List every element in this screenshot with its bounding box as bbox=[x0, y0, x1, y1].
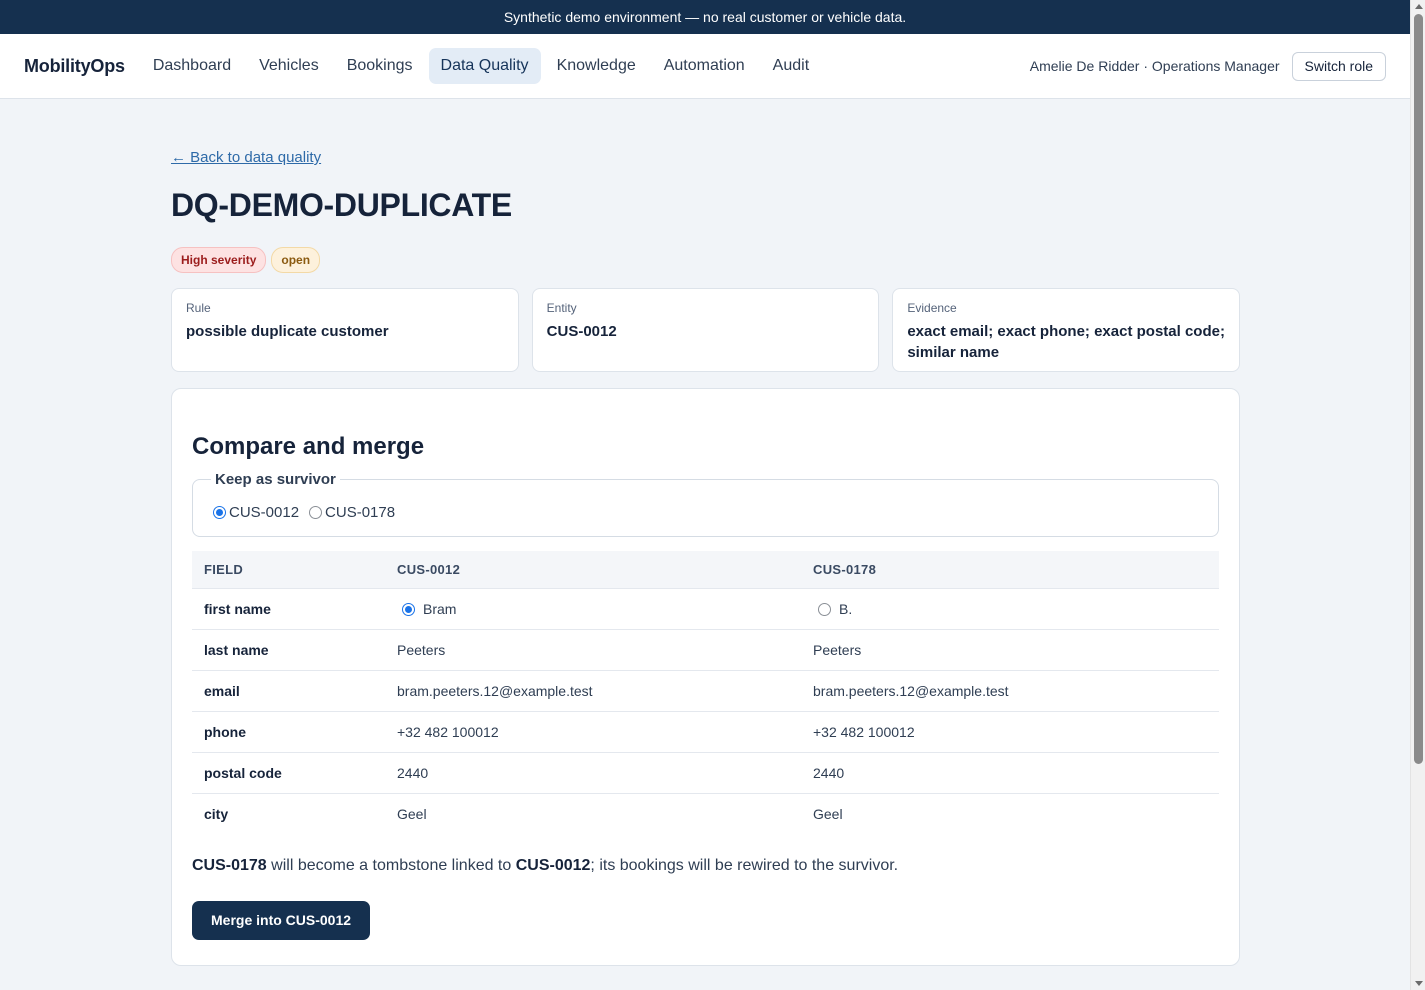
nav-data-quality[interactable]: Data Quality bbox=[428, 48, 541, 84]
entity-value: CUS-0012 bbox=[546, 323, 617, 340]
value-b: 2440 bbox=[801, 752, 1219, 794]
switch-role-button[interactable]: Switch role bbox=[1291, 51, 1386, 81]
header-record-a: CUS-0012 bbox=[397, 562, 461, 577]
rule-label: Rule bbox=[186, 301, 211, 315]
evidence-card: Evidence exact email; exact phone; exact… bbox=[892, 288, 1241, 372]
value-a-text: Bram bbox=[423, 601, 457, 617]
rule-card: Rule possible duplicate customer bbox=[171, 288, 519, 372]
value-b: Peeters bbox=[801, 629, 1219, 671]
merge-note: CUS-0178 will become a tombstone linked … bbox=[192, 857, 1219, 875]
nav-automation[interactable]: Automation bbox=[652, 48, 757, 84]
table-row: email bram.peeters.12@example.test bram.… bbox=[192, 670, 1219, 712]
value-b: bram.peeters.12@example.test bbox=[801, 670, 1219, 712]
evidence-label: Evidence bbox=[907, 301, 957, 315]
nav-vehicles[interactable]: Vehicles bbox=[247, 48, 331, 84]
value-a: Geel bbox=[385, 793, 801, 835]
demo-banner: Synthetic demo environment — no real cus… bbox=[0, 0, 1425, 34]
value-b: B. bbox=[801, 588, 1219, 630]
top-navigation: MobilityOps Dashboard Vehicles Bookings … bbox=[0, 34, 1425, 99]
survivor-options: CUS-0012 CUS-0178 bbox=[213, 480, 1198, 521]
nav-bookings[interactable]: Bookings bbox=[335, 48, 425, 84]
summary-cards: Rule possible duplicate customer Entity … bbox=[171, 288, 1241, 372]
status-badge: open bbox=[271, 247, 321, 273]
survivor-option-label: CUS-0178 bbox=[325, 504, 396, 521]
table-row: city Geel Geel bbox=[192, 793, 1219, 835]
table-row: first name Bram B. bbox=[192, 588, 1219, 630]
merge-button[interactable]: Merge into CUS-0012 bbox=[192, 900, 371, 940]
survivor-legend: Keep as survivor bbox=[211, 471, 340, 488]
scroll-up-arrow-icon[interactable] bbox=[1415, 4, 1423, 9]
table-row: last name Peeters Peeters bbox=[192, 629, 1219, 671]
status-badges: High severity open bbox=[171, 247, 1240, 273]
survivor-option-cus-0012[interactable]: CUS-0012 bbox=[213, 504, 299, 521]
scroll-down-arrow-icon[interactable] bbox=[1415, 981, 1423, 986]
note-mid: will become a tombstone linked to bbox=[266, 856, 516, 874]
value-a: 2440 bbox=[385, 752, 801, 794]
field-name: city bbox=[192, 793, 385, 835]
compare-merge-panel: Compare and merge Keep as survivor CUS-0… bbox=[171, 388, 1240, 966]
value-a: Peeters bbox=[385, 629, 801, 671]
header-field: FIELD bbox=[204, 562, 244, 577]
evidence-value: exact email; exact phone; exact postal c… bbox=[907, 323, 1225, 361]
demo-banner-text: Synthetic demo environment — no real cus… bbox=[503, 9, 907, 25]
survivor-option-label: CUS-0012 bbox=[229, 504, 300, 521]
entity-label: Entity bbox=[546, 301, 577, 315]
field-name: last name bbox=[192, 629, 385, 671]
value-b-text: B. bbox=[839, 601, 853, 617]
survivor-id: CUS-0012 bbox=[515, 856, 591, 874]
radio-unselected-icon[interactable] bbox=[309, 506, 323, 519]
loser-id: CUS-0178 bbox=[192, 856, 267, 874]
back-to-data-quality-link[interactable]: ← Back to data quality bbox=[171, 149, 321, 166]
entity-card: Entity CUS-0012 bbox=[531, 288, 880, 372]
user-area: Amelie De Ridder · Operations Manager Sw… bbox=[1029, 51, 1386, 81]
value-b: +32 482 100012 bbox=[801, 711, 1219, 753]
panel-title: Compare and merge bbox=[192, 433, 425, 460]
compare-table: FIELD CUS-0012 CUS-0178 first name Bram bbox=[192, 551, 1219, 835]
brand-logo[interactable]: MobilityOps bbox=[24, 56, 125, 77]
first-name-choice-a[interactable]: Bram bbox=[397, 601, 789, 617]
note-tail: ; its bookings will be rewired to the su… bbox=[590, 856, 899, 874]
nav-audit[interactable]: Audit bbox=[761, 48, 821, 84]
field-name: email bbox=[192, 670, 385, 712]
radio-selected-icon[interactable] bbox=[213, 506, 226, 519]
nav-dashboard[interactable]: Dashboard bbox=[141, 48, 243, 84]
survivor-option-cus-0178[interactable]: CUS-0178 bbox=[309, 504, 395, 521]
field-name: postal code bbox=[192, 752, 385, 794]
survivor-fieldset: Keep as survivor CUS-0012 CUS-0178 bbox=[192, 471, 1219, 537]
rule-value: possible duplicate customer bbox=[186, 323, 389, 340]
header-record-b: CUS-0178 bbox=[813, 562, 877, 577]
table-header-row: FIELD CUS-0012 CUS-0178 bbox=[192, 551, 1219, 589]
main-content: ← Back to data quality DQ-DEMO-DUPLICATE… bbox=[171, 99, 1241, 966]
current-user: Amelie De Ridder · Operations Manager bbox=[1029, 58, 1280, 74]
radio-selected-icon[interactable] bbox=[402, 602, 415, 616]
nav-knowledge[interactable]: Knowledge bbox=[545, 48, 648, 84]
table-row: phone +32 482 100012 +32 482 100012 bbox=[192, 711, 1219, 753]
vertical-scrollbar[interactable] bbox=[1410, 0, 1425, 990]
nav-links: Dashboard Vehicles Bookings Data Quality… bbox=[141, 48, 825, 84]
page-title: DQ-DEMO-DUPLICATE bbox=[171, 187, 512, 223]
field-name: phone bbox=[192, 711, 385, 753]
value-a: bram.peeters.12@example.test bbox=[385, 670, 801, 712]
field-name: first name bbox=[192, 588, 385, 630]
value-b: Geel bbox=[801, 793, 1219, 835]
severity-badge: High severity bbox=[171, 247, 267, 273]
scroll-thumb[interactable] bbox=[1414, 14, 1423, 764]
radio-unselected-icon[interactable] bbox=[818, 602, 831, 616]
value-a: +32 482 100012 bbox=[385, 711, 801, 753]
table-row: postal code 2440 2440 bbox=[192, 752, 1219, 794]
first-name-choice-b[interactable]: B. bbox=[813, 601, 1207, 617]
value-a: Bram bbox=[385, 588, 801, 630]
